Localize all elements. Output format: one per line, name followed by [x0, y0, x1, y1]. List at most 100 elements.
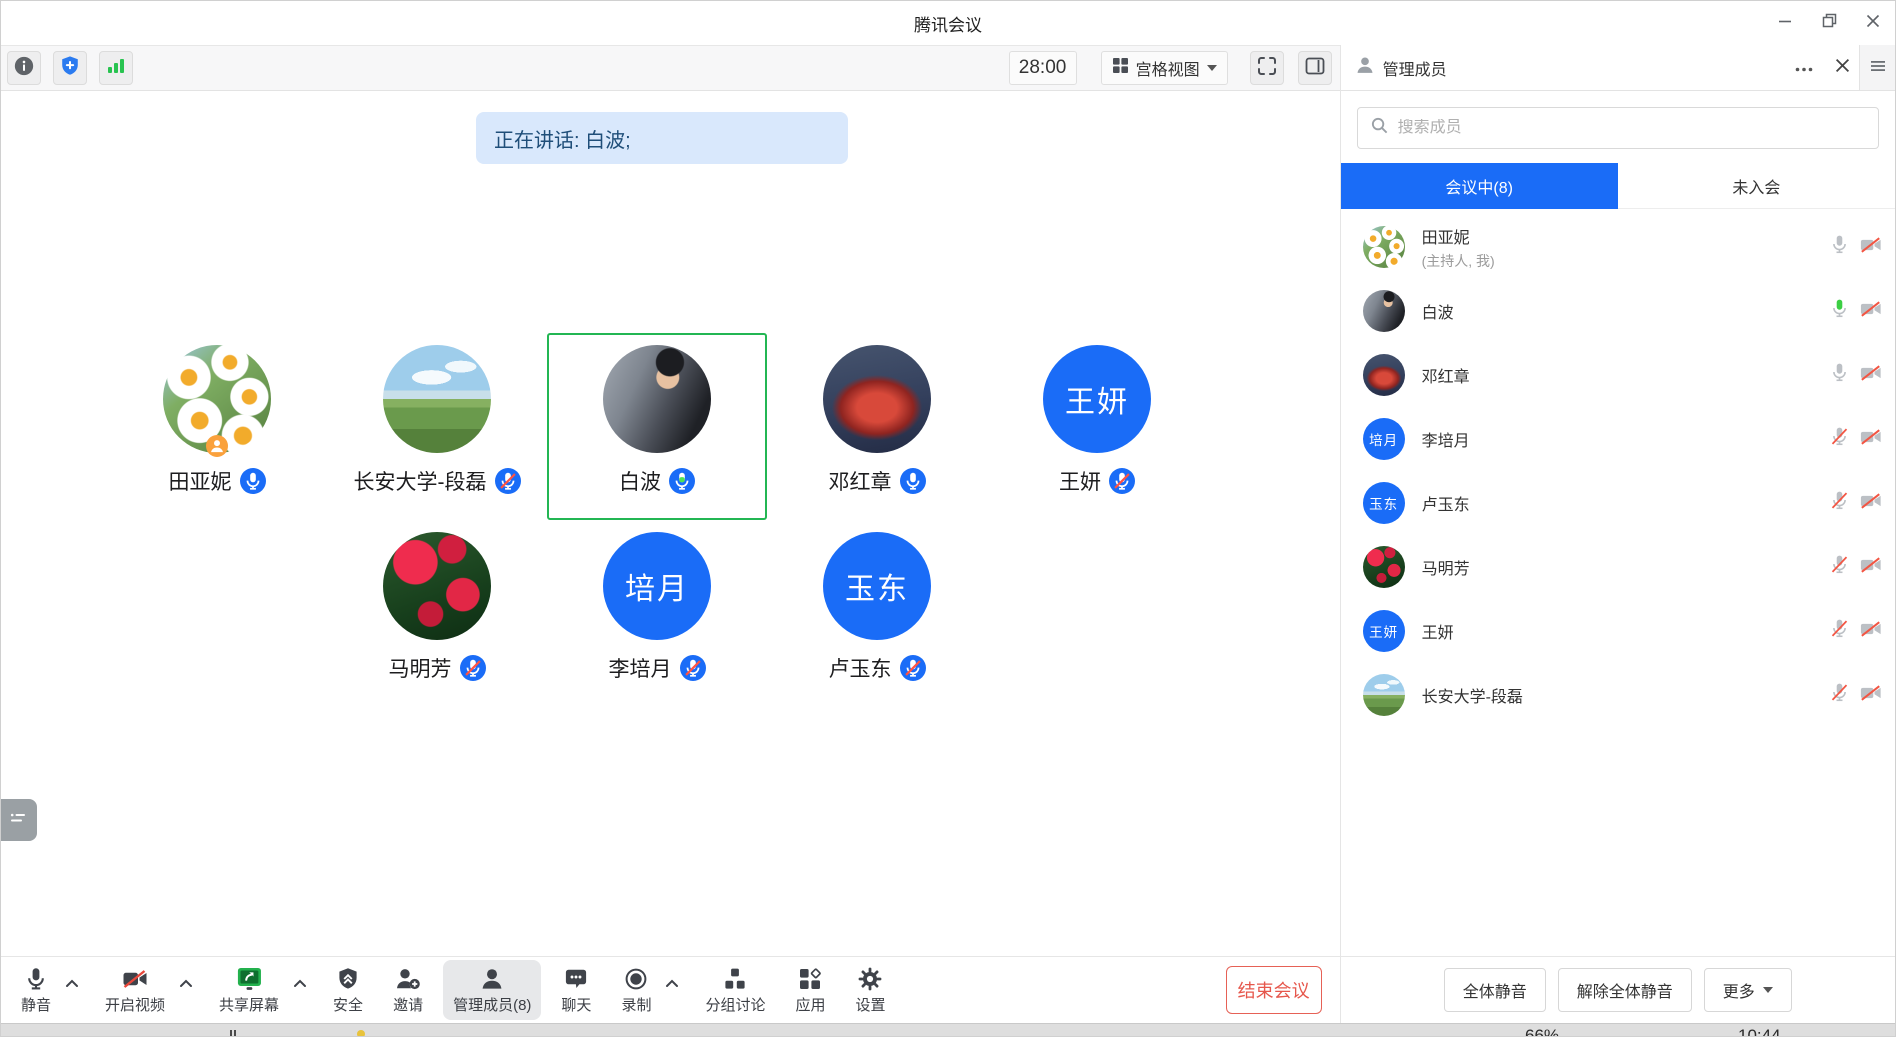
mic-on-icon[interactable]	[1829, 234, 1850, 260]
camera-off-icon[interactable]	[1859, 234, 1883, 261]
tile-name-row: 长安大学-段磊	[354, 466, 521, 496]
chevron-up-icon[interactable]	[61, 953, 83, 1013]
toolbar-item-chat[interactable]: 聊天	[551, 960, 601, 1020]
toolbar-item-security[interactable]: 安全	[323, 960, 373, 1020]
avatar: 王妍	[1043, 345, 1151, 453]
search-input[interactable]	[1398, 119, 1866, 137]
member-row[interactable]: 长安大学-段磊	[1341, 663, 1895, 727]
toolbar-item-label: 静音	[21, 994, 51, 1015]
participant-name: 白波	[619, 466, 661, 496]
more-button[interactable]: 更多	[1704, 968, 1792, 1012]
participant-tile[interactable]: 王妍 王妍	[987, 333, 1207, 520]
participant-tile[interactable]: 白波	[547, 333, 767, 520]
mic-on-icon[interactable]	[1829, 362, 1850, 388]
chevron-up-icon[interactable]	[175, 953, 197, 1013]
member-name: 田亚妮	[1422, 224, 1495, 248]
participant-name: 马明芳	[389, 653, 452, 683]
toolbar-item-label: 聊天	[561, 994, 591, 1015]
security-status-button[interactable]	[53, 51, 87, 85]
network-status-button[interactable]	[99, 51, 133, 85]
mic-muted-icon[interactable]	[1829, 490, 1850, 516]
avatar	[163, 345, 271, 453]
participant-name: 王妍	[1059, 466, 1101, 496]
toolbar-item-camera-off[interactable]: 开启视频	[95, 960, 175, 1020]
toolbar-item-apps[interactable]: 应用	[785, 960, 835, 1020]
camera-off-icon[interactable]	[1859, 554, 1883, 581]
camera-off-icon[interactable]	[1859, 618, 1883, 645]
chat-preview-toggle[interactable]	[1, 799, 37, 841]
toolbar-item-record[interactable]: 录制	[611, 960, 661, 1020]
mute-all-button[interactable]: 全体静音	[1444, 968, 1546, 1012]
mic-speaking-icon[interactable]	[1829, 298, 1850, 324]
member-row[interactable]: 田亚妮(主持人, 我)	[1341, 215, 1895, 279]
fullscreen-button[interactable]	[1250, 51, 1284, 85]
hamburger-icon	[1870, 59, 1886, 77]
toolbar-item-members[interactable]: 管理成员(8)	[443, 960, 541, 1020]
panel-header: 管理成员	[1341, 45, 1895, 91]
participant-name: 李培月	[609, 653, 672, 683]
meeting-window: 腾讯会议	[0, 0, 1896, 1037]
tab-in-meeting[interactable]: 会议中(8)	[1341, 163, 1618, 209]
member-row[interactable]: 白波	[1341, 279, 1895, 343]
avatar: 培月	[1363, 418, 1405, 460]
mic-muted-icon[interactable]	[1829, 618, 1850, 644]
participant-tile[interactable]: 马明芳	[327, 520, 547, 707]
panel-collapse-handle[interactable]	[1859, 45, 1895, 90]
mic-muted-icon[interactable]	[1829, 682, 1850, 708]
member-row[interactable]: 邓红章	[1341, 343, 1895, 407]
participant-tile[interactable]: 田亚妮	[107, 333, 327, 520]
tile-name-row: 卢玉东	[829, 653, 926, 683]
camera-off-icon[interactable]	[1859, 682, 1883, 709]
tab-not-joined[interactable]: 未入会	[1618, 163, 1895, 209]
mic-status-icon	[460, 655, 486, 681]
restore-button[interactable]	[1807, 1, 1851, 45]
toolbar-item-settings[interactable]: 设置	[845, 960, 895, 1020]
toolbar-item-invite[interactable]: 邀请	[383, 960, 433, 1020]
camera-off-icon[interactable]	[1859, 362, 1883, 389]
participant-tile[interactable]: 长安大学-段磊	[327, 333, 547, 520]
mic-muted-icon[interactable]	[1829, 426, 1850, 452]
camera-off-icon[interactable]	[1859, 426, 1883, 453]
avatar	[1363, 290, 1405, 332]
mic-status-icon	[900, 468, 926, 494]
toolbar-item-breakout[interactable]: 分组讨论	[695, 960, 775, 1020]
meeting-info-button[interactable]	[7, 51, 41, 85]
member-row[interactable]: 马明芳	[1341, 535, 1895, 599]
member-row[interactable]: 培月李培月	[1341, 407, 1895, 471]
apps-icon	[798, 965, 822, 991]
unmute-all-button[interactable]: 解除全体静音	[1558, 968, 1692, 1012]
breakout-icon	[723, 965, 747, 991]
mic-icon	[24, 965, 48, 991]
avatar: 培月	[603, 532, 711, 640]
mic-status-icon	[240, 468, 266, 494]
chevron-up-icon[interactable]	[661, 953, 683, 1013]
participant-tile[interactable]: 玉东 卢玉东	[767, 520, 987, 707]
participant-tile[interactable]: 邓红章	[767, 333, 987, 520]
panel-more-button[interactable]	[1791, 55, 1817, 81]
close-button[interactable]	[1851, 1, 1895, 45]
footer-button-label: 解除全体静音	[1577, 978, 1673, 1002]
avatar	[823, 345, 931, 453]
grid-row-2: 马明芳 培月 李培月 玉东 卢玉东	[107, 520, 1207, 707]
member-person-icon	[1355, 55, 1375, 80]
view-mode-dropdown[interactable]: 宫格视图	[1101, 51, 1228, 85]
speaking-banner-text: 正在讲话: 白波;	[494, 124, 631, 153]
search-icon	[1370, 116, 1389, 140]
tile-name-row: 白波	[619, 466, 695, 496]
toolbar-item-label: 邀请	[393, 994, 423, 1015]
toolbar-item-mic[interactable]: 静音	[11, 960, 61, 1020]
member-row[interactable]: 王妍王妍	[1341, 599, 1895, 663]
camera-off-icon[interactable]	[1859, 490, 1883, 517]
panel-close-button[interactable]	[1829, 55, 1855, 81]
end-meeting-button[interactable]: 结束会议	[1226, 966, 1322, 1014]
video-stage: 正在讲话: 白波; 田亚妮 长安大学-段磊 白波 邓红章 王妍 王妍	[1, 91, 1340, 956]
toolbar-item-share-screen[interactable]: 共享屏幕	[209, 960, 289, 1020]
toggle-sidebar-button[interactable]	[1298, 51, 1332, 85]
window-controls	[1763, 1, 1895, 45]
minimize-button[interactable]	[1763, 1, 1807, 45]
mic-muted-icon[interactable]	[1829, 554, 1850, 580]
member-row[interactable]: 玉东卢玉东	[1341, 471, 1895, 535]
participant-tile[interactable]: 培月 李培月	[547, 520, 767, 707]
camera-off-icon[interactable]	[1859, 298, 1883, 325]
chevron-up-icon[interactable]	[289, 953, 311, 1013]
